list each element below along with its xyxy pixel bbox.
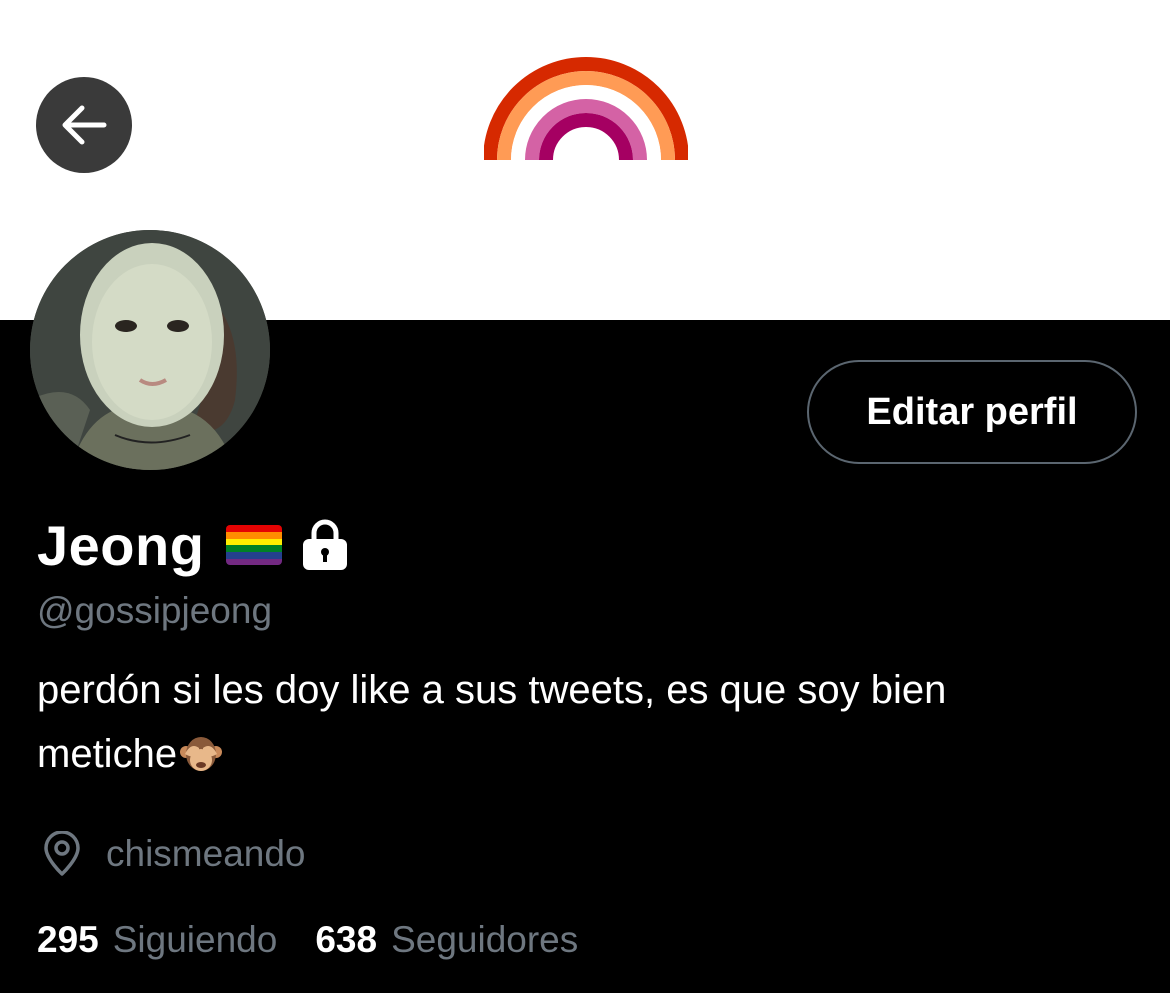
avatar[interactable]	[30, 230, 270, 470]
lock-icon	[303, 519, 348, 570]
edit-profile-label: Editar perfil	[866, 390, 1078, 433]
following-link[interactable]: 295 Siguiendo	[37, 919, 277, 961]
back-button[interactable]	[36, 77, 132, 173]
bio-line-2: metiche	[37, 732, 178, 776]
following-label: Siguiendo	[112, 919, 278, 960]
location-text: chismeando	[106, 833, 306, 874]
edit-profile-button[interactable]: Editar perfil	[807, 360, 1137, 464]
location-pin-icon	[44, 831, 80, 876]
profile-bio: perdón si les doy like a sus tweets, es …	[37, 658, 1147, 786]
followers-label: Seguidores	[391, 919, 579, 960]
rainbow-flag-icon	[226, 525, 283, 565]
see-no-evil-monkey-icon	[180, 737, 223, 771]
profile-name: Jeong	[37, 513, 205, 577]
profile-handle: @gossipjeong	[37, 590, 273, 631]
followers-link[interactable]: 638 Seguidores	[315, 919, 578, 961]
bio-line-1: perdón si les doy like a sus tweets, es …	[37, 668, 947, 712]
following-count: 295	[37, 919, 99, 960]
profile-stats: 295 Siguiendo 638 Seguidores	[37, 912, 578, 968]
profile-name-row: Jeong	[37, 510, 350, 580]
avatar-photo	[30, 230, 270, 470]
followers-count: 638	[315, 919, 378, 960]
rainbow-banner-image	[484, 57, 688, 161]
arrow-left-icon	[62, 105, 107, 145]
profile-location: chismeando	[40, 826, 306, 882]
